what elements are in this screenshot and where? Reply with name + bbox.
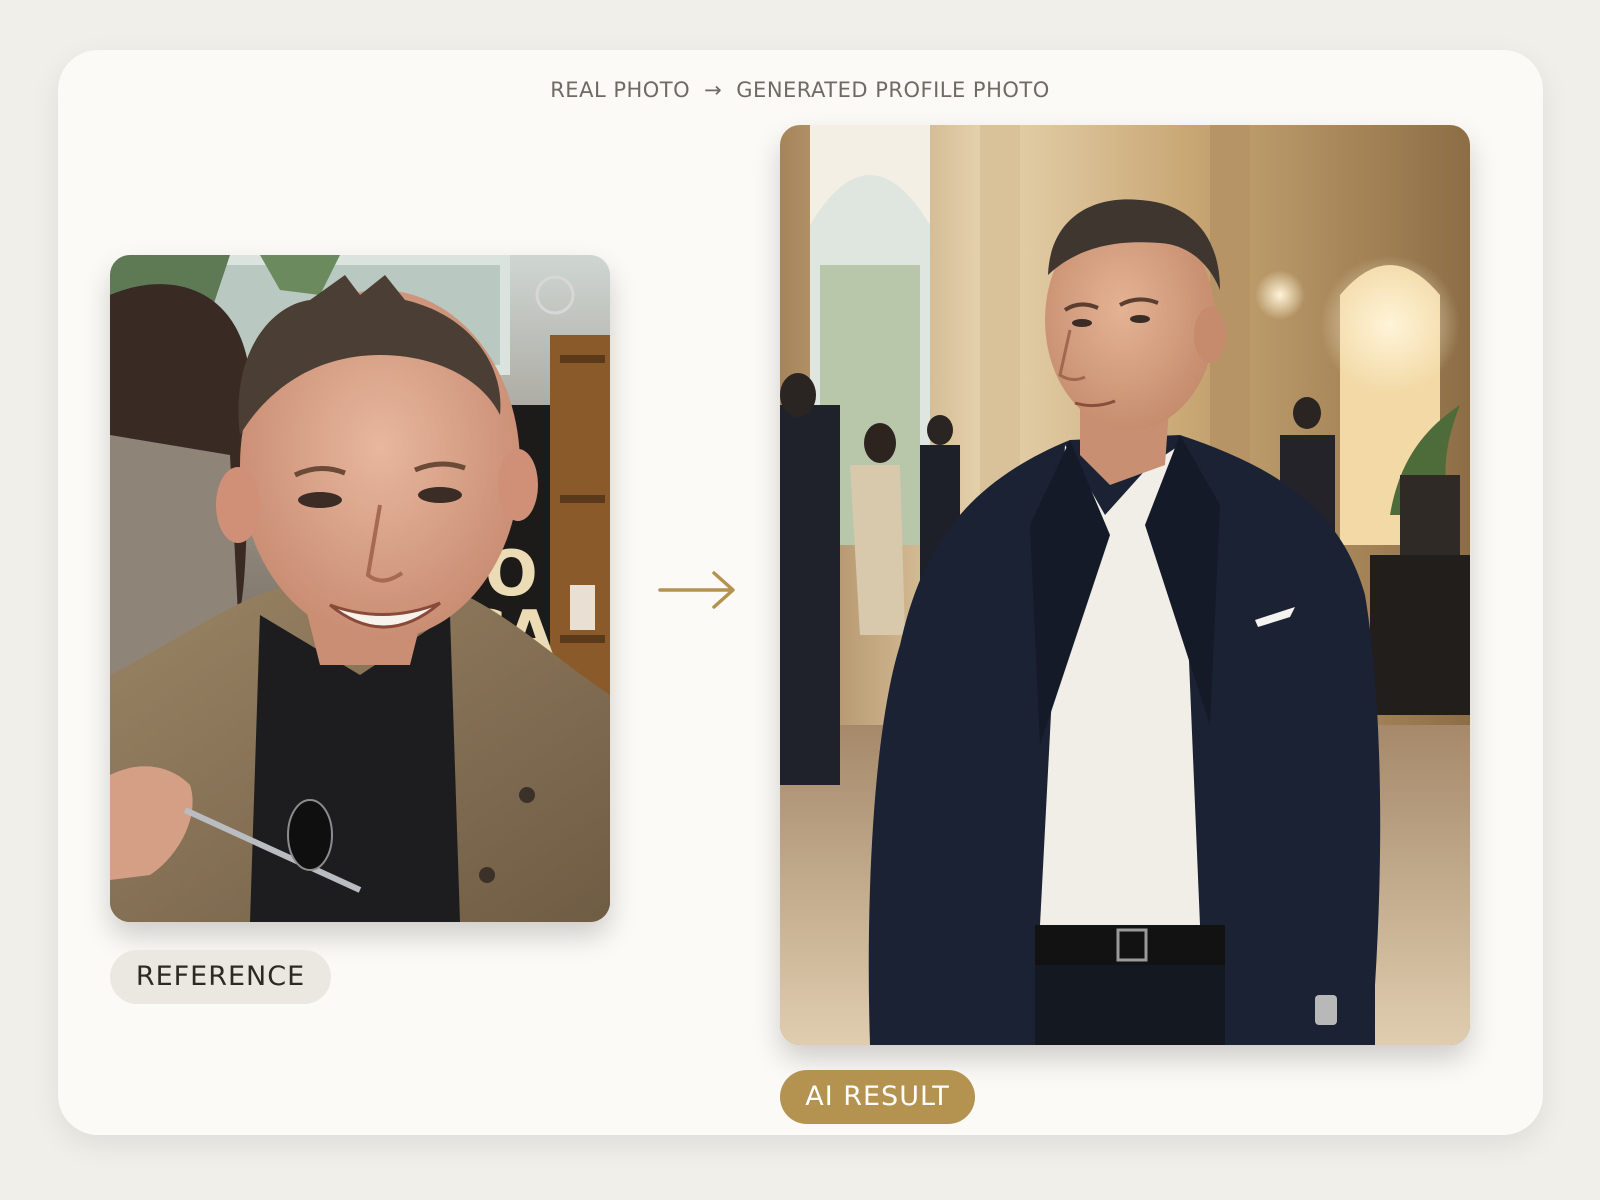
- header-left-text: REAL PHOTO: [550, 78, 691, 102]
- reference-label: REFERENCE: [110, 950, 331, 1004]
- reference-photo: O CA: [110, 255, 610, 922]
- ai-result-photo: [780, 125, 1470, 1045]
- arrow-right-icon: [658, 571, 735, 609]
- ai-result-label: AI RESULT: [780, 1070, 975, 1124]
- header-arrow-icon: →: [704, 78, 723, 102]
- header-caption: REAL PHOTO → GENERATED PROFILE PHOTO: [0, 78, 1600, 102]
- header-right-text: GENERATED PROFILE PHOTO: [736, 78, 1050, 102]
